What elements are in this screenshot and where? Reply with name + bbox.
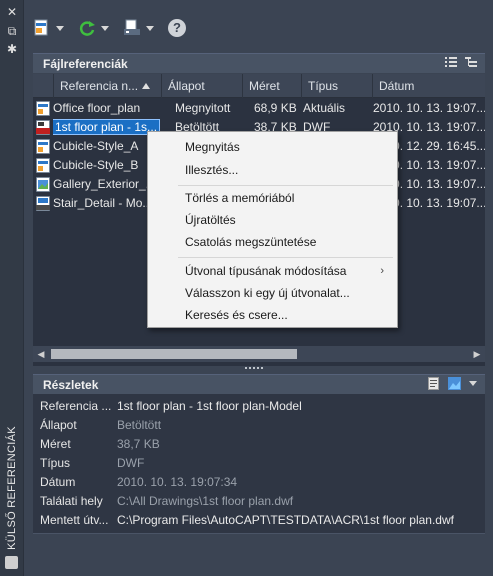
menu-new-path[interactable]: Válasszon ki egy új útvonalat... [149, 282, 396, 304]
column-header-name[interactable]: Referencia n... [53, 74, 161, 98]
gear-icon[interactable]: ✱ [5, 42, 19, 56]
row-type: Aktuális [303, 101, 346, 115]
column-header-date[interactable]: Dátum [372, 74, 485, 98]
palette-properties-icon[interactable] [5, 556, 18, 569]
toolbar: ? [30, 14, 189, 42]
refresh-icon [78, 19, 96, 37]
chevron-down-icon[interactable] [101, 25, 109, 31]
help-icon: ? [168, 19, 186, 37]
context-menu: Megnyitás Illesztés... Törlés a memóriáb… [147, 131, 398, 328]
details-value: C:\Program Files\AutoCAPT\TESTDATA\ACR\1… [117, 513, 454, 527]
row-size: 68,9 KB [254, 101, 297, 115]
attach-button[interactable] [30, 17, 71, 39]
menu-find-replace[interactable]: Keresés és csere... [149, 304, 396, 326]
details-value: 1st floor plan - 1st floor plan-Model [117, 399, 302, 413]
dwg-file-icon [36, 158, 50, 173]
details-value: Betöltött [117, 418, 162, 432]
refresh-button[interactable] [75, 17, 116, 39]
dwg-file-icon [36, 101, 50, 116]
file-references-title: Fájlreferenciák [43, 56, 128, 71]
submenu-arrow-icon: › [380, 265, 384, 277]
details-label: Méret [40, 437, 71, 451]
details-value: 38,7 KB [117, 437, 160, 451]
column-header-status[interactable]: Állapot [161, 74, 242, 98]
details-title: Részletek [43, 377, 99, 392]
chevron-down-icon[interactable] [469, 381, 477, 386]
row-status: Megnyitott [175, 101, 231, 115]
dwf-file-icon [36, 120, 50, 135]
change-path-icon [123, 19, 141, 37]
details-row: Referencia ... 1st floor plan - 1st floor… [33, 397, 485, 416]
details-label: Referencia ... [40, 399, 112, 413]
details-label: Találati hely [40, 494, 103, 508]
table-row[interactable]: Office floor_plan Megnyitott 68,9 KB Akt… [33, 99, 485, 118]
palette-side-strip: ✕ ⧉ ✱ KÜLSŐ REFERENCIÁK [0, 0, 24, 576]
column-headers: Referencia n... Állapot Méret Típus Dátu… [33, 74, 485, 98]
autohide-icon[interactable]: ⧉ [5, 24, 19, 38]
details-label: Mentett útv... [40, 513, 109, 527]
details-label: Állapot [40, 418, 77, 432]
change-path-button[interactable] [120, 17, 161, 39]
horizontal-scrollbar[interactable]: ◀ ▶ [33, 346, 485, 362]
dgn-file-icon [36, 196, 50, 211]
details-view-icon[interactable] [428, 377, 440, 390]
details-row: Állapot Betöltött [33, 416, 485, 435]
attach-dwg-icon [33, 19, 51, 37]
menu-path-type-label: Útvonal típusának módosítása [185, 264, 347, 278]
close-icon[interactable]: ✕ [5, 5, 19, 19]
scrollbar-thumb[interactable] [51, 349, 297, 359]
details-row: Találati hely C:\All Drawings\1st floor p… [33, 492, 485, 511]
help-button[interactable]: ? [165, 17, 189, 39]
menu-open[interactable]: Megnyitás [149, 136, 396, 158]
menu-attach[interactable]: Illesztés... [149, 159, 396, 181]
preview-view-icon[interactable] [448, 377, 461, 390]
palette-title: KÜLSŐ REFERENCIÁK [6, 426, 18, 550]
menu-reload[interactable]: Újratöltés [149, 209, 396, 231]
dwg-file-icon [36, 139, 50, 154]
details-label: Dátum [40, 475, 76, 489]
menu-unload[interactable]: Törlés a memóriából [149, 187, 396, 209]
splitter-grip[interactable] [245, 367, 265, 371]
image-file-icon [36, 177, 50, 192]
menu-separator [178, 257, 393, 258]
tree-view-icon[interactable] [465, 56, 477, 68]
details-value: 2010. 10. 13. 19:07:34 [117, 475, 238, 489]
details-row: Méret 38,7 KB [33, 435, 485, 454]
details-value: DWF [117, 456, 145, 470]
details-row: Mentett útv... C:\Program Files\AutoCAPT\… [33, 511, 485, 530]
details-row: Dátum 2010. 10. 13. 19:07:34 [33, 473, 485, 492]
chevron-down-icon[interactable] [56, 25, 64, 31]
list-view-icon[interactable] [445, 56, 457, 68]
menu-path-type[interactable]: Útvonal típusának módosítása › [149, 260, 396, 282]
row-date: 2010. 10. 13. 19:07... [373, 101, 485, 115]
chevron-down-icon[interactable] [146, 25, 154, 31]
row-name: Office floor_plan [53, 101, 141, 115]
details-row: Típus DWF [33, 454, 485, 473]
sort-ascending-icon [142, 83, 151, 89]
file-references-header: Fájlreferenciák [33, 53, 485, 73]
details-label: Típus [40, 456, 71, 470]
menu-detach[interactable]: Csatolás megszüntetése [149, 231, 396, 253]
scroll-right-icon[interactable]: ▶ [469, 346, 485, 362]
menu-separator [178, 185, 393, 186]
scroll-left-icon[interactable]: ◀ [33, 346, 49, 362]
column-header-type[interactable]: Típus [301, 74, 372, 98]
details-header: Részletek [33, 374, 485, 394]
details-panel: Referencia ... 1st floor plan - 1st floor… [33, 394, 485, 534]
column-header-size[interactable]: Méret [242, 74, 301, 98]
details-value: C:\All Drawings\1st floor plan.dwf [117, 494, 294, 508]
